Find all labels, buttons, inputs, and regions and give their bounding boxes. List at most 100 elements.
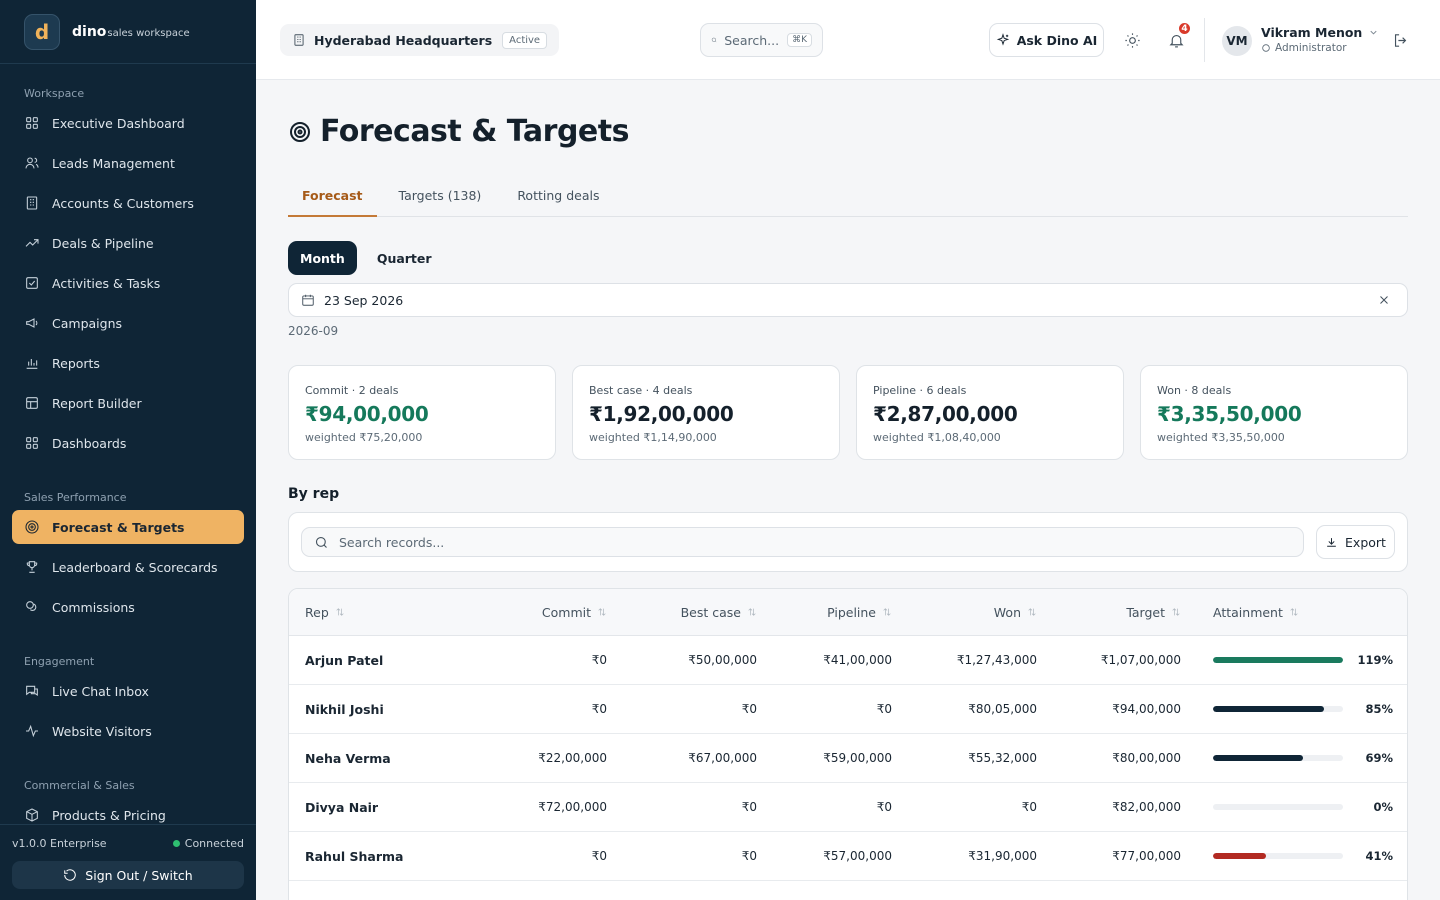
cell-rep: Arjun Patel (305, 652, 384, 668)
ask-ai-button[interactable]: Ask Dino AI (989, 23, 1104, 57)
period-toggle: Month Quarter (288, 241, 452, 275)
attainment-bar (1213, 804, 1343, 810)
export-button[interactable]: Export (1316, 525, 1395, 559)
attainment-bar (1213, 755, 1343, 761)
sidebar-item-live-chat-inbox[interactable]: Live Chat Inbox (12, 674, 244, 708)
attainment-bar (1213, 657, 1343, 663)
brand-logo: d (24, 13, 60, 50)
cell-target: ₹1,07,00,000 (1100, 653, 1181, 667)
attainment-bar-fill (1213, 755, 1303, 761)
target-icon (25, 520, 39, 534)
cell-best: ₹50,00,000 (688, 653, 757, 667)
shortcut-hint: ⌘K (787, 33, 812, 47)
sidebar-item-executive-dashboard[interactable]: Executive Dashboard (12, 106, 244, 140)
activity-icon (26, 724, 38, 738)
attainment-bar (1213, 853, 1343, 859)
tab-targets-138[interactable]: Targets (138) (385, 180, 496, 217)
period-month-button[interactable]: Month (288, 241, 357, 275)
column-header-label: Pipeline (827, 604, 876, 620)
sidebar-nav: Workspace Executive Dashboard Leads Manage… (0, 78, 256, 832)
topbar: Hyderabad Headquarters Active Search... … (256, 0, 1440, 80)
sort-icon (598, 608, 606, 616)
status-badge: Active (502, 31, 548, 49)
cell-commit: ₹0 (591, 849, 607, 863)
target-icon (290, 121, 310, 142)
sidebar-item-campaigns[interactable]: Campaigns (12, 306, 244, 340)
tab-rotting-deals[interactable]: Rotting deals (503, 180, 613, 217)
card-value: ₹1,92,00,000 (589, 402, 734, 426)
table-row[interactable]: Neha Verma ₹22,00,000 ₹67,00,000 ₹59,00,000… (289, 734, 1407, 783)
brand[interactable]: d dinosales workspace (0, 0, 256, 64)
tab-forecast[interactable]: Forecast (288, 180, 377, 217)
notifications-button[interactable]: 4 (1164, 21, 1192, 52)
users-icon (25, 157, 39, 169)
sidebar-item-forecast-and-targets[interactable]: Forecast & Targets (12, 510, 244, 544)
org-switcher[interactable]: Hyderabad Headquarters Active (280, 24, 560, 56)
cell-won: ₹0 (1021, 800, 1037, 814)
avatar[interactable]: VM (1222, 26, 1252, 56)
sidebar-item-deals-and-pipeline[interactable]: Deals & Pipeline (12, 226, 244, 260)
column-header-target[interactable]: Target (1037, 605, 1181, 620)
sidebar-item-website-visitors[interactable]: Website Visitors (12, 714, 244, 748)
card-weighted: weighted ₹1,08,40,000 (873, 431, 1001, 444)
clear-date-button[interactable] (1377, 293, 1391, 307)
cell-attainment: 85% (1181, 702, 1407, 716)
sidebar-item-label: Executive Dashboard (52, 115, 185, 131)
table-row[interactable]: Nikhil Joshi ₹0 ₹0 ₹0 ₹80,05,000 ₹94,00,000 85… (289, 685, 1407, 734)
cell-won: ₹55,32,000 (968, 751, 1037, 765)
date-picker[interactable]: 23 Sep 2026 (288, 283, 1408, 317)
circle-icon (1262, 44, 1270, 52)
global-search[interactable]: Search... ⌘K (700, 23, 823, 57)
tab-bar: Forecast Targets (138) Rotting deals (288, 180, 1408, 217)
user-role: Administrator (1261, 42, 1379, 54)
table-row[interactable]: Rahul Sharma ₹0 ₹0 ₹57,00,000 ₹31,90,000 ₹77,… (289, 832, 1407, 881)
card-weighted: weighted ₹1,14,90,000 (589, 431, 717, 444)
sort-icon (883, 608, 891, 616)
card-weighted: weighted ₹3,35,50,000 (1157, 431, 1285, 444)
sidebar-item-leads-management[interactable]: Leads Management (12, 146, 244, 180)
sidebar-item-commissions[interactable]: Commissions (12, 590, 244, 624)
sign-out-button[interactable]: Sign Out / Switch (12, 861, 244, 889)
cell-target: ₹94,00,000 (1112, 702, 1181, 716)
summary-card: Won · 8 deals ₹3,35,50,000 weighted ₹3,35,… (1140, 365, 1408, 460)
column-header-pipeline[interactable]: Pipeline (757, 605, 892, 620)
records-search-input[interactable]: Search records... (301, 527, 1304, 557)
by-rep-title: By rep (288, 486, 340, 502)
chat-icon (26, 685, 38, 696)
attainment-bar-fill (1213, 853, 1267, 859)
table-row[interactable]: Divya Nair ₹72,00,000 ₹0 ₹0 ₹0 ₹82,00,000 0% (289, 783, 1407, 832)
sidebar-item-report-builder[interactable]: Report Builder (12, 386, 244, 420)
column-header-best-case[interactable]: Best case (607, 605, 757, 620)
sidebar-item-label: Deals & Pipeline (52, 235, 154, 251)
column-header-commit[interactable]: Commit (459, 605, 607, 620)
column-header-rep[interactable]: Rep (289, 605, 459, 620)
cell-target: ₹77,00,000 (1112, 849, 1181, 863)
cell-target: ₹82,00,000 (1112, 800, 1181, 814)
sidebar-item-leaderboard-and-scorecards[interactable]: Leaderboard & Scorecards (12, 550, 244, 584)
user-menu[interactable]: Vikram Menon Administrator (1261, 25, 1379, 54)
logout-icon (1394, 33, 1406, 47)
sidebar-item-dashboards[interactable]: Dashboards (12, 426, 244, 460)
cell-pipeline: ₹0 (876, 702, 892, 716)
column-header-won[interactable]: Won (892, 605, 1037, 620)
building-icon (26, 196, 38, 210)
sidebar-item-accounts-and-customers[interactable]: Accounts & Customers (12, 186, 244, 220)
sidebar-item-label: Website Visitors (52, 723, 152, 739)
sidebar-item-activities-and-tasks[interactable]: Activities & Tasks (12, 266, 244, 300)
sidebar-item-reports[interactable]: Reports (12, 346, 244, 380)
period-quarter-button[interactable]: Quarter (365, 241, 444, 275)
logout-button[interactable] (1388, 28, 1412, 52)
attainment-bar-fill (1213, 657, 1343, 663)
cell-rep: Divya Nair (305, 799, 379, 815)
attainment-bar (1213, 706, 1343, 712)
sort-icon (1172, 608, 1180, 616)
cell-attainment: 69% (1181, 751, 1407, 765)
summary-card: Pipeline · 6 deals ₹2,87,00,000 weighted ₹… (856, 365, 1124, 460)
cell-best: ₹0 (741, 702, 757, 716)
column-header-attainment[interactable]: Attainment (1181, 605, 1407, 620)
card-label: Won · 8 deals (1157, 384, 1232, 397)
sidebar-item-label: Accounts & Customers (52, 195, 194, 211)
table-row[interactable]: Arjun Patel ₹0 ₹50,00,000 ₹41,00,000 ₹1,27,4… (289, 636, 1407, 685)
sidebar: d dinosales workspace Workspace Executive… (0, 0, 256, 900)
theme-toggle[interactable] (1120, 28, 1144, 52)
